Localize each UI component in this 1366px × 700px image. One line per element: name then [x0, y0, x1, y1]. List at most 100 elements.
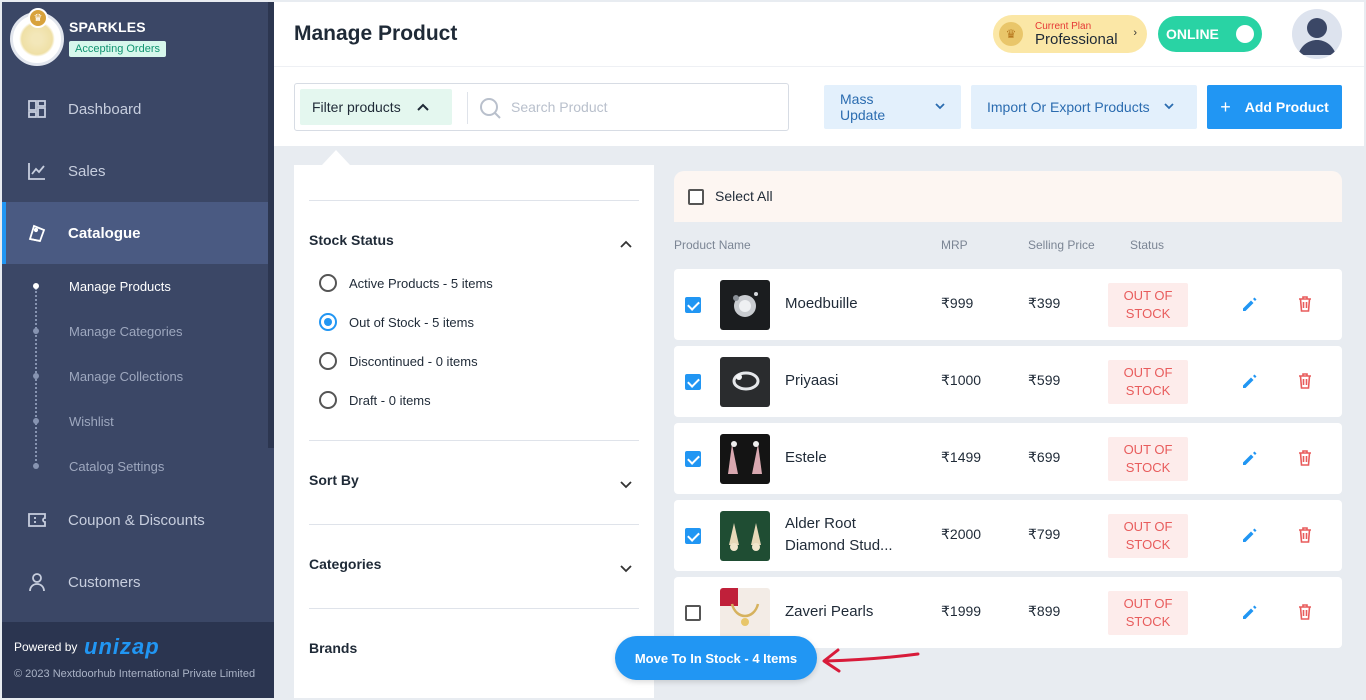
chevron-up-icon [416, 100, 429, 114]
radio-button[interactable] [319, 274, 337, 292]
stock-status-title[interactable]: Stock Status [309, 232, 394, 248]
row-checkbox[interactable] [685, 605, 701, 621]
stock-option-out-of-stock[interactable]: Out of Stock - 5 items [319, 312, 474, 332]
product-name[interactable]: Alder Root Diamond Stud... [785, 513, 915, 557]
sidebar-subitem-manage-categories[interactable]: Manage Categories [69, 324, 182, 339]
user-avatar[interactable] [1292, 9, 1342, 59]
sidebar-item-label: Dashboard [68, 100, 142, 118]
table-row[interactable]: Priyaasi ₹1000 ₹599 OUT OF STOCK [674, 346, 1342, 417]
copyright-text: © 2023 Nextdoorhub International Private… [14, 668, 256, 680]
edit-icon[interactable] [1241, 295, 1259, 313]
product-name[interactable]: Estele [785, 447, 915, 469]
catalogue-icon [27, 223, 47, 243]
sidebar-subitem-manage-products[interactable]: Manage Products [69, 279, 171, 294]
mass-update-button[interactable]: Mass Update [824, 85, 961, 129]
product-selling-price: ₹399 [1028, 295, 1061, 311]
submenu-dot [33, 463, 39, 469]
filter-panel-notch [322, 150, 350, 165]
radio-label: Out of Stock - 5 items [349, 314, 474, 330]
product-name[interactable]: Priyaasi [785, 370, 915, 392]
delete-icon[interactable] [1296, 603, 1314, 621]
sidebar-item-sales[interactable]: Sales [2, 140, 268, 202]
chevron-up-icon[interactable] [620, 235, 632, 248]
radio-label: Draft - 0 items [349, 392, 431, 408]
select-all-checkbox[interactable] [688, 189, 704, 205]
chevron-down-icon[interactable] [620, 560, 632, 573]
stock-option-discontinued[interactable]: Discontinued - 0 items [319, 351, 478, 371]
add-product-button[interactable]: + Add Product [1207, 85, 1342, 129]
header: Manage Product ♛ Current Plan Profession… [274, 2, 1364, 66]
add-product-label: Add Product [1244, 99, 1329, 115]
online-toggle[interactable]: ONLINE [1158, 16, 1262, 52]
edit-icon[interactable] [1241, 526, 1259, 544]
product-thumbnail [720, 357, 770, 407]
search-input[interactable] [511, 92, 781, 122]
radio-button[interactable] [319, 391, 337, 409]
chart-line-icon [27, 161, 47, 181]
delete-icon[interactable] [1296, 295, 1314, 313]
delete-icon[interactable] [1296, 526, 1314, 544]
brands-title[interactable]: Brands [309, 640, 357, 656]
chevron-down-icon[interactable] [620, 476, 632, 489]
product-name[interactable]: Zaveri Pearls [785, 601, 915, 623]
filter-search-box: Filter products [294, 83, 789, 131]
sidebar-subitem-wishlist[interactable]: Wishlist [69, 414, 114, 429]
submenu-dot [33, 373, 39, 379]
edit-icon[interactable] [1241, 372, 1259, 390]
row-checkbox[interactable] [685, 374, 701, 390]
crown-icon: ♛ [28, 8, 48, 28]
online-label: ONLINE [1166, 26, 1219, 42]
divider [309, 200, 639, 201]
row-checkbox[interactable] [685, 451, 701, 467]
chevron-down-icon [1163, 102, 1174, 113]
column-header-name: Product Name [674, 238, 751, 252]
current-plan-button[interactable]: ♛ Current Plan Professional › [993, 15, 1147, 53]
product-selling-price: ₹899 [1028, 603, 1061, 619]
search-icon [479, 97, 501, 119]
sidebar-item-label: Sales [68, 162, 106, 180]
store-brand[interactable]: ♛ SPARKLES Accepting Orders [10, 8, 260, 72]
stock-option-draft[interactable]: Draft - 0 items [319, 390, 431, 410]
sidebar-item-catalogue[interactable]: Catalogue [2, 202, 268, 264]
column-header-selling-price: Selling Price [1028, 238, 1095, 252]
powered-by-label: Powered by [14, 640, 78, 654]
product-thumbnail [720, 434, 770, 484]
dashboard-icon [27, 99, 47, 119]
sidebar-item-label: Customers [68, 573, 141, 591]
status-badge: OUT OF STOCK [1108, 437, 1188, 481]
filter-products-button[interactable]: Filter products [300, 89, 452, 125]
submenu-dot [33, 328, 39, 334]
product-mrp: ₹2000 [941, 526, 982, 542]
edit-icon[interactable] [1241, 449, 1259, 467]
table-row[interactable]: Moedbuille ₹999 ₹399 OUT OF STOCK [674, 269, 1342, 340]
edit-icon[interactable] [1241, 603, 1259, 621]
categories-title[interactable]: Categories [309, 556, 381, 572]
radio-button[interactable] [319, 352, 337, 370]
unizap-logo: unizap [84, 634, 160, 659]
row-checkbox[interactable] [685, 297, 701, 313]
status-badge: OUT OF STOCK [1108, 360, 1188, 404]
stock-option-active[interactable]: Active Products - 5 items [319, 273, 493, 293]
sidebar-item-dashboard[interactable]: Dashboard [2, 78, 268, 140]
plan-name: Professional [1035, 31, 1118, 48]
sidebar-item-customers[interactable]: Customers [2, 551, 268, 613]
product-mrp: ₹1499 [941, 449, 982, 465]
import-export-button[interactable]: Import Or Export Products [971, 85, 1197, 129]
select-all-label[interactable]: Select All [715, 188, 773, 204]
product-selling-price: ₹699 [1028, 449, 1061, 465]
move-to-in-stock-button[interactable]: Move To In Stock - 4 Items [615, 636, 817, 680]
delete-icon[interactable] [1296, 372, 1314, 390]
store-name: SPARKLES [69, 19, 146, 35]
product-name[interactable]: Moedbuille [785, 293, 915, 315]
user-icon [27, 572, 47, 592]
sidebar-subitem-catalog-settings[interactable]: Catalog Settings [69, 459, 164, 474]
row-checkbox[interactable] [685, 528, 701, 544]
product-thumbnail [720, 588, 770, 638]
table-row[interactable]: Estele ₹1499 ₹699 OUT OF STOCK [674, 423, 1342, 494]
table-row[interactable]: Alder Root Diamond Stud... ₹2000 ₹799 OU… [674, 500, 1342, 571]
delete-icon[interactable] [1296, 449, 1314, 467]
sort-by-title[interactable]: Sort By [309, 472, 359, 488]
sidebar-subitem-manage-collections[interactable]: Manage Collections [69, 369, 183, 384]
sidebar-item-coupons[interactable]: Coupon & Discounts [2, 489, 268, 551]
radio-button[interactable] [319, 313, 337, 331]
